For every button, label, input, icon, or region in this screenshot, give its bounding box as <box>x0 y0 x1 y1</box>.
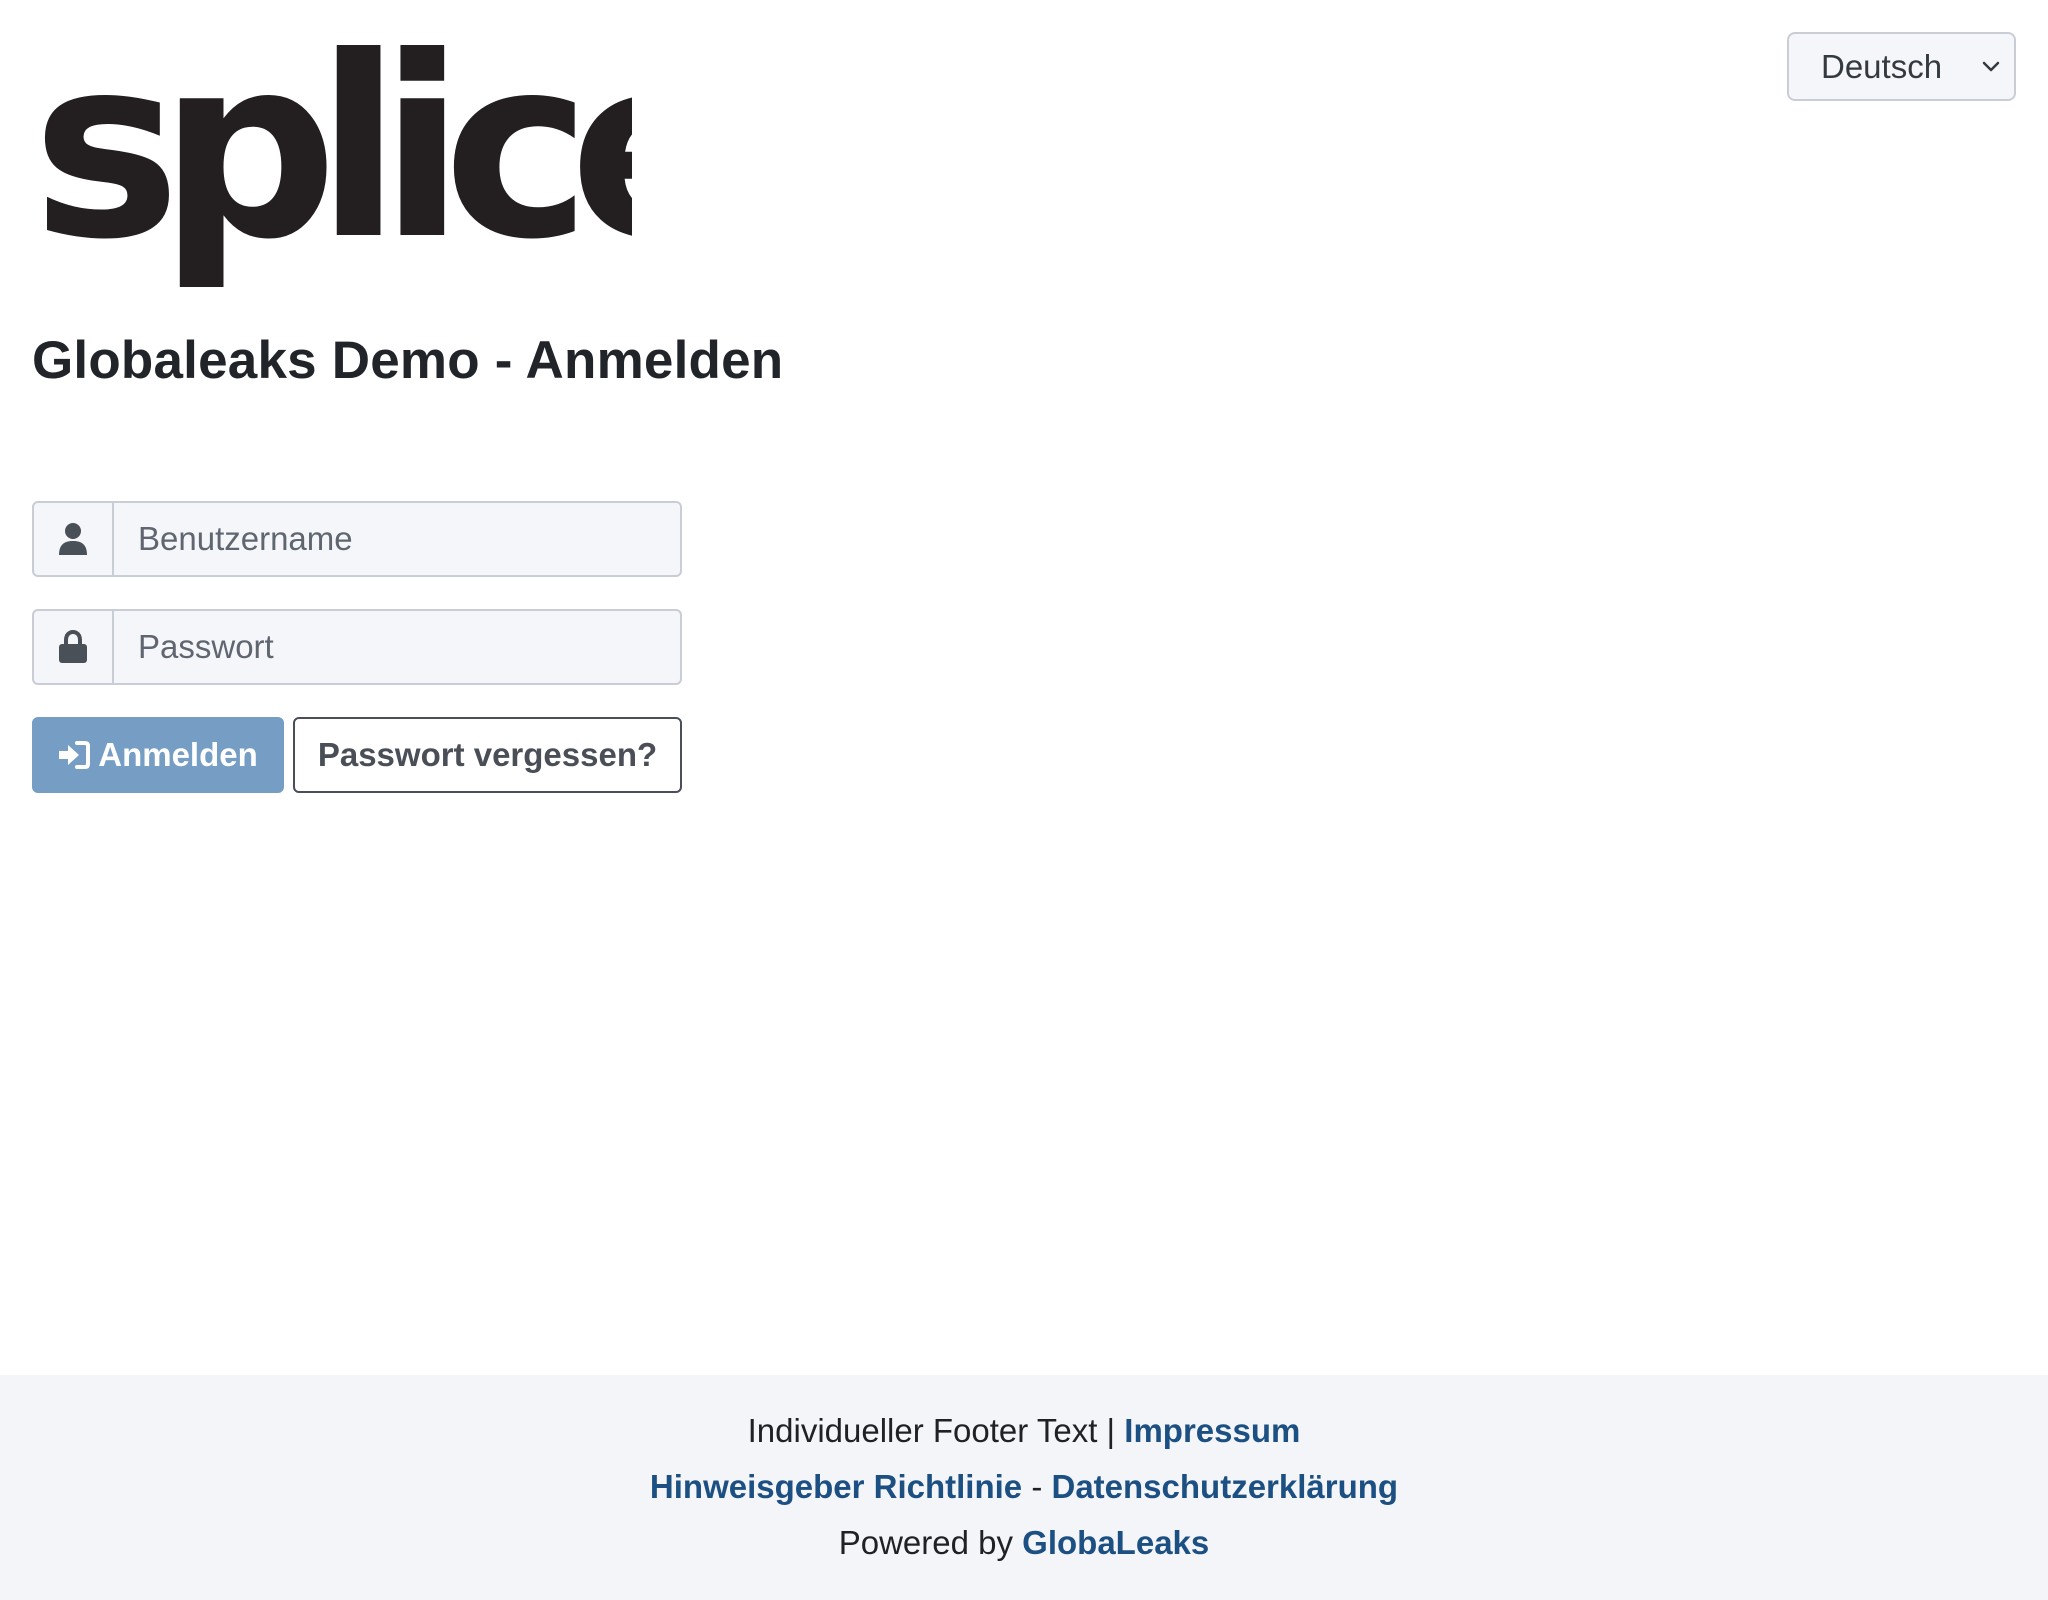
footer: Individueller Footer Text | Impressum Hi… <box>0 1375 2048 1600</box>
username-addon <box>34 503 114 575</box>
lock-icon <box>59 630 87 663</box>
login-button[interactable]: Anmelden <box>32 717 284 793</box>
footer-line-3: Powered by GlobaLeaks <box>0 1524 2048 1562</box>
footer-line-2: Hinweisgeber Richtlinie - Datenschutzerk… <box>0 1468 2048 1506</box>
privacy-policy-link[interactable]: Datenschutzerklärung <box>1052 1468 1399 1505</box>
password-input[interactable] <box>114 611 680 683</box>
login-button-label: Anmelden <box>98 736 258 773</box>
password-field-group <box>32 609 682 685</box>
svg-text:splice: splice <box>32 30 632 294</box>
username-field-group <box>32 501 682 577</box>
whistleblower-policy-link[interactable]: Hinweisgeber Richtlinie <box>650 1468 1022 1505</box>
footer-separator: | <box>1106 1412 1116 1449</box>
sign-in-icon <box>59 741 91 769</box>
powered-by-text: Powered by <box>838 1524 1013 1561</box>
globaleaks-link[interactable]: GlobaLeaks <box>1022 1524 1209 1561</box>
imprint-link[interactable]: Impressum <box>1124 1412 1300 1449</box>
password-addon <box>34 611 114 683</box>
splice-logo: splice <box>32 30 632 300</box>
footer-custom-text: Individueller Footer Text <box>747 1412 1098 1449</box>
language-select-value: Deutsch <box>1821 47 1943 85</box>
language-select[interactable]: Deutsch <box>1787 32 2016 101</box>
username-input[interactable] <box>114 503 680 575</box>
splice-logo-image: splice <box>32 30 632 294</box>
footer-line-1: Individueller Footer Text | Impressum <box>0 1412 2048 1450</box>
forgot-password-button[interactable]: Passwort vergessen? <box>293 717 682 793</box>
chevron-down-icon <box>1982 61 2000 71</box>
user-icon <box>59 523 87 555</box>
footer-dash: - <box>1031 1468 1043 1505</box>
page-title: Globaleaks Demo - Anmelden <box>32 331 784 390</box>
forgot-password-label: Passwort vergessen? <box>317 736 658 773</box>
